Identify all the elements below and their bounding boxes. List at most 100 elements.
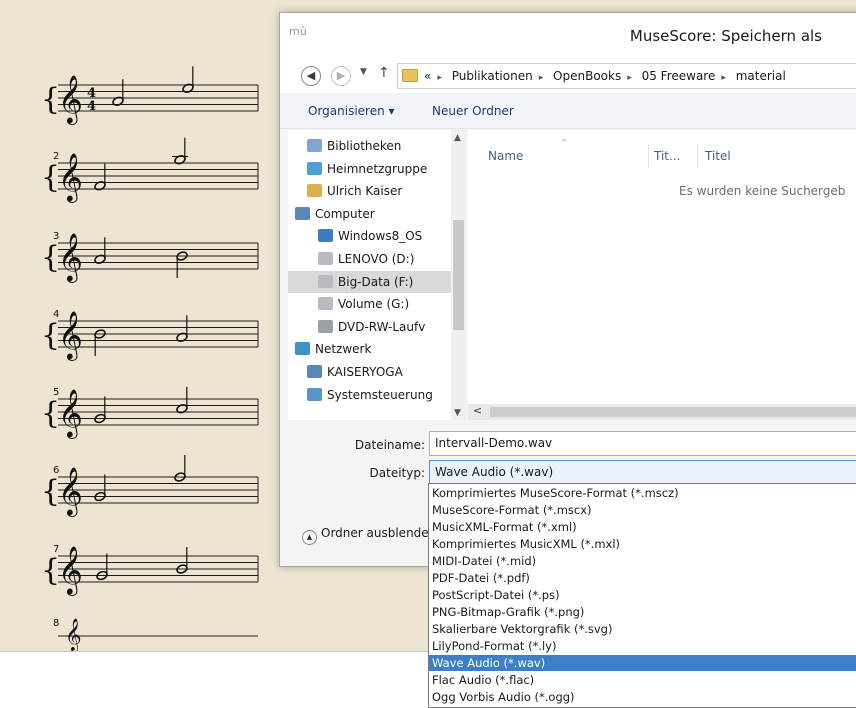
- network-icon: [295, 342, 310, 356]
- nav-item-label: Computer: [315, 206, 375, 221]
- breadcrumb-separator-icon[interactable]: ▸: [721, 73, 726, 83]
- drive-icon: [318, 252, 333, 265]
- file-list: ^ Name Tit... Titel Es wurden keine Such…: [468, 130, 856, 420]
- nav-item-label: DVD-RW-Laufv: [338, 319, 426, 334]
- nav-item[interactable]: KAISERYOGA: [307, 361, 403, 383]
- control-panel-icon: [307, 387, 322, 401]
- back-button[interactable]: ◀: [301, 66, 321, 86]
- drive-icon: [318, 274, 333, 288]
- filename-label: Dateiname:: [354, 438, 425, 452]
- system-number: 7: [53, 544, 59, 555]
- nav-item[interactable]: Volume (G:): [318, 293, 409, 315]
- filetype-option[interactable]: Komprimiertes MusicXML (*.mxl): [429, 536, 856, 552]
- nav-item[interactable]: Big-Data (F:): [288, 270, 451, 293]
- arrow-left-icon: ◀: [306, 69, 316, 82]
- breadcrumb-overflow[interactable]: «: [424, 69, 431, 83]
- filetype-option[interactable]: LilyPond-Format (*.ly): [429, 638, 856, 654]
- filetype-option[interactable]: PostScript-Datei (*.ps): [429, 587, 856, 603]
- filetype-option[interactable]: PDF-Datei (*.pdf): [429, 570, 856, 586]
- filetype-select[interactable]: Wave Audio (*.wav): [429, 460, 856, 484]
- filename-input[interactable]: Intervall-Demo.wav: [429, 431, 856, 456]
- address-bar[interactable]: « ▸ Publikationen ▸ OpenBooks ▸ 05 Freeware…: [397, 63, 856, 89]
- os-drive-icon: [318, 229, 333, 243]
- filetype-dropdown-list: Komprimiertes MuseScore-Format (*.mscz) M…: [428, 483, 856, 708]
- system-number: 2: [53, 151, 59, 162]
- filetype-option[interactable]: MIDI-Datei (*.mid): [429, 553, 856, 569]
- horizontal-scroll-thumb[interactable]: [490, 407, 856, 417]
- filetype-option[interactable]: Ogg Vorbis Audio (*.ogg): [429, 689, 856, 705]
- homegroup-icon: [307, 161, 322, 175]
- filetype-option[interactable]: Wave Audio (*.wav): [429, 655, 856, 671]
- command-toolbar: Organisieren ▾ Neuer Ordner: [280, 93, 856, 129]
- address-row: ◀ ▶ ▼ ↑ « ▸ Publikationen ▸ OpenBooks ▸ 05 …: [280, 57, 856, 93]
- filetype-option[interactable]: PNG-Bitmap-Grafik (*.png): [429, 604, 856, 620]
- column-header-tit[interactable]: Tit...: [654, 149, 680, 163]
- nav-item[interactable]: Bibliotheken: [307, 135, 401, 157]
- filetype-option[interactable]: Komprimiertes MuseScore-Format (*.mscz): [429, 485, 856, 501]
- libraries-icon: [307, 139, 322, 152]
- column-header-titel[interactable]: Titel: [705, 149, 731, 163]
- nav-item[interactable]: Windows8_OS: [318, 225, 422, 247]
- treble-clef-icon: 𝄞: [58, 74, 83, 125]
- recent-locations-dropdown[interactable]: ▼: [360, 67, 367, 77]
- nav-item[interactable]: Ulrich Kaiser: [307, 180, 402, 202]
- sort-ascending-icon: ^: [561, 138, 568, 147]
- nav-item-label: Bibliotheken: [327, 139, 402, 153]
- nav-item-label: Volume (G:): [338, 297, 410, 312]
- column-header-name[interactable]: Name: [488, 149, 523, 163]
- user-folder-icon: [307, 184, 322, 198]
- organize-button[interactable]: Organisieren ▾: [308, 104, 395, 118]
- filetype-option[interactable]: MusicXML-Format (*.xml): [429, 519, 856, 535]
- scroll-up-icon[interactable]: ▲: [454, 133, 461, 143]
- filetype-option[interactable]: MuseScore-Format (*.mscx): [429, 502, 856, 518]
- folder-icon: [402, 69, 418, 82]
- column-divider[interactable]: [648, 144, 649, 168]
- nav-item[interactable]: Systemsteuerung: [307, 384, 433, 406]
- nav-item-label: Big-Data (F:): [338, 274, 414, 289]
- new-folder-button[interactable]: Neuer Ordner: [432, 104, 514, 118]
- filetype-option[interactable]: Skalierbare Vektorgrafik (*.svg): [429, 621, 856, 637]
- up-folder-button[interactable]: ↑: [378, 65, 390, 81]
- breadcrumb-item[interactable]: 05 Freeware: [642, 69, 716, 83]
- column-divider[interactable]: [697, 144, 698, 168]
- system-number: 3: [53, 231, 59, 242]
- nav-item[interactable]: Heimnetzgruppe: [307, 158, 427, 180]
- nav-item-label: Heimnetzgruppe: [327, 161, 428, 176]
- nav-scrollbar[interactable]: ▲ ▼: [451, 130, 466, 420]
- nav-item[interactable]: LENOVO (D:): [318, 248, 414, 270]
- treble-clef-icon: 𝄞: [58, 545, 83, 596]
- treble-clef-icon: 𝄞: [58, 152, 83, 203]
- treble-clef-icon: 𝄞: [58, 388, 83, 439]
- treble-clef-icon: 𝄞: [58, 232, 83, 283]
- breadcrumb-item[interactable]: OpenBooks: [553, 69, 621, 83]
- hide-folders-button[interactable]: ▲ Ordner ausblenden: [302, 526, 430, 545]
- breadcrumb-separator-icon[interactable]: ▸: [539, 73, 544, 83]
- drive-icon: [318, 297, 333, 311]
- filetype-option[interactable]: Flac Audio (*.flac): [429, 672, 856, 688]
- nav-item[interactable]: DVD-RW-Laufv: [318, 316, 425, 338]
- breadcrumb-separator-icon[interactable]: ▸: [627, 73, 632, 83]
- filetype-label: Dateityp:: [369, 466, 425, 480]
- system-number: 6: [53, 465, 59, 476]
- computer-icon: [295, 206, 310, 220]
- breadcrumb-separator-icon[interactable]: ▸: [437, 73, 442, 83]
- nav-item-label: KAISERYOGA: [327, 365, 403, 379]
- scroll-left-icon[interactable]: <: [473, 404, 482, 417]
- nav-scroll-thumb[interactable]: [453, 220, 464, 330]
- dvd-drive-icon: [318, 319, 333, 333]
- nav-item[interactable]: Netzwerk: [295, 338, 371, 360]
- dialog-titlebar: mû MuseScore: Speichern als: [280, 13, 856, 57]
- system-number: 5: [53, 387, 59, 398]
- nav-item[interactable]: Computer: [295, 203, 375, 225]
- system-number: 8: [53, 618, 59, 629]
- arrow-right-icon: ▶: [336, 69, 346, 82]
- dialog-title: MuseScore: Speichern als: [629, 27, 822, 45]
- network-computer-icon: [307, 365, 322, 378]
- horizontal-scrollbar[interactable]: <: [468, 404, 856, 420]
- scroll-down-icon[interactable]: ▼: [454, 408, 461, 418]
- empty-results-message: Es wurden keine Suchergeb: [679, 184, 846, 198]
- breadcrumb-item[interactable]: Publikationen: [452, 69, 533, 83]
- forward-button[interactable]: ▶: [331, 66, 351, 86]
- breadcrumb-item[interactable]: material: [736, 69, 786, 83]
- treble-clef-icon: 𝄞: [58, 466, 83, 517]
